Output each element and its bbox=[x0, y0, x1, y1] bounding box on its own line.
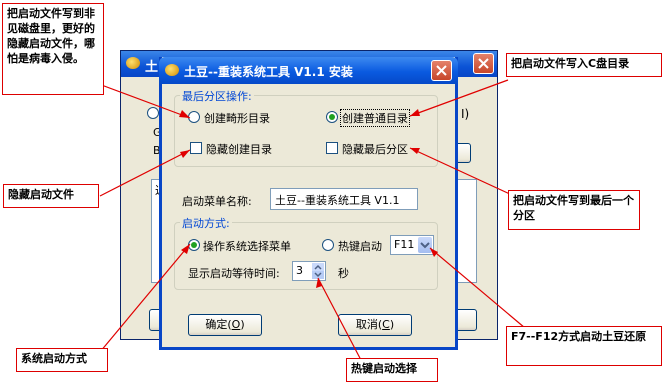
checkbox-hide-dir-label[interactable]: 隐藏创建目录 bbox=[206, 141, 272, 157]
checkbox-hide-partition-label[interactable]: 隐藏最后分区 bbox=[342, 141, 408, 157]
spinner-icon[interactable] bbox=[312, 263, 324, 279]
radio-hotkey-label[interactable]: 热键启动 bbox=[338, 238, 382, 254]
wait-time-label: 显示启动等待时间: bbox=[188, 267, 280, 280]
close-icon bbox=[436, 65, 447, 76]
cancel-button-tail: ) bbox=[389, 318, 395, 331]
background-radio[interactable] bbox=[147, 107, 159, 119]
radio-hidden-dir-label[interactable]: 创建畸形目录 bbox=[204, 110, 270, 126]
menu-name-input[interactable]: 土豆--重装系统工具 V1.1 bbox=[270, 188, 418, 210]
background-radio-tail: I) bbox=[461, 107, 470, 121]
hotkey-select-value: F11 bbox=[394, 238, 415, 251]
ok-button-tail: ) bbox=[240, 318, 245, 331]
annotation-hotkey-select: 热键启动选择 bbox=[346, 358, 438, 382]
annotation-hide-file: 隐藏启动文件 bbox=[3, 184, 99, 208]
wait-time-value: 3 bbox=[296, 264, 303, 277]
wait-time-unit: 秒 bbox=[338, 267, 349, 280]
background-right-button[interactable] bbox=[455, 309, 477, 331]
ok-button[interactable]: 确定(O) bbox=[188, 314, 262, 336]
background-close-button[interactable] bbox=[473, 53, 494, 74]
menu-name-label: 启动菜单名称: bbox=[182, 195, 252, 208]
radio-os-menu-label[interactable]: 操作系统选择菜单 bbox=[203, 238, 291, 254]
radio-normal-dir-label[interactable]: 创建普通目录 bbox=[340, 109, 410, 127]
cancel-button-label: 取消( bbox=[355, 318, 383, 331]
hotkey-select[interactable]: F11 bbox=[390, 235, 434, 255]
dialog-titlebar: 土豆--重装系统工具 V1.1 安装 bbox=[159, 57, 458, 84]
dialog-close-button[interactable] bbox=[431, 60, 452, 81]
background-title: 土 bbox=[145, 60, 159, 75]
annotation-last-partition: 把启动文件写到最后一个分区 bbox=[508, 190, 640, 230]
chevron-down-icon[interactable] bbox=[418, 237, 432, 253]
cancel-button-key: C bbox=[382, 318, 390, 331]
radio-os-menu[interactable] bbox=[188, 239, 200, 251]
close-icon bbox=[478, 58, 489, 69]
dialog-title: 土豆--重装系统工具 V1.1 安装 bbox=[184, 65, 353, 79]
ok-button-label: 确定( bbox=[205, 318, 232, 331]
cancel-button[interactable]: 取消(C) bbox=[338, 314, 412, 336]
annotation-c-drive: 把启动文件写入C盘目录 bbox=[506, 53, 662, 77]
checkbox-hide-dir[interactable] bbox=[190, 142, 202, 154]
wait-time-input[interactable]: 3 bbox=[292, 261, 326, 281]
annotation-f-keys: F7--F12方式启动土豆还原 bbox=[506, 326, 662, 366]
app-icon bbox=[126, 57, 140, 69]
radio-normal-dir[interactable] bbox=[326, 111, 338, 123]
potato-app-icon bbox=[165, 64, 179, 76]
annotation-system-boot: 系统启动方式 bbox=[16, 348, 108, 372]
partition-group-title: 最后分区操作: bbox=[180, 88, 254, 104]
checkbox-hide-partition[interactable] bbox=[326, 142, 338, 154]
boot-group-title: 启动方式: bbox=[180, 215, 232, 231]
radio-hotkey[interactable] bbox=[322, 239, 334, 251]
radio-hidden-dir[interactable] bbox=[188, 111, 200, 123]
install-dialog: 土豆--重装系统工具 V1.1 安装 最后分区操作: 创建畸形目录 创建普通目录… bbox=[159, 57, 458, 350]
annotation-hidden-dir: 把启动文件写到非见磁盘里，更好的隐藏启动文件，哪怕是病毒入侵。 bbox=[2, 3, 104, 95]
